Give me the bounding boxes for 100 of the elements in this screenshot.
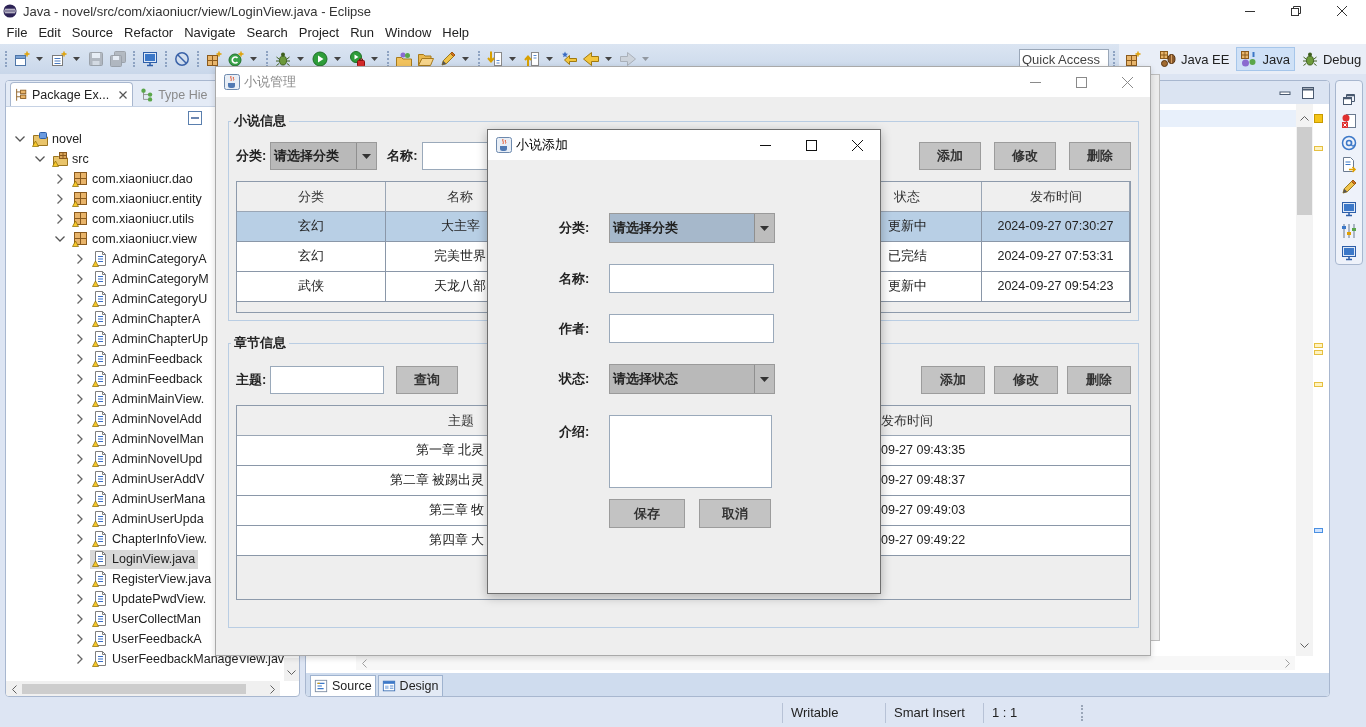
menu-item[interactable]: Help <box>436 23 475 43</box>
tree-item[interactable]: AdminChapterUp <box>90 329 211 349</box>
editor-tab[interactable]: Source <box>310 675 376 696</box>
marker-icon[interactable] <box>1314 528 1323 533</box>
package-icon[interactable] <box>206 51 222 67</box>
tree-item[interactable]: AdminUserUpda <box>90 509 207 529</box>
add-button[interactable]: 添加 <box>921 366 985 394</box>
open-folder-icon[interactable] <box>418 51 434 67</box>
tree-item[interactable]: AdminCategoryM <box>90 269 212 289</box>
bug-icon[interactable] <box>275 51 291 67</box>
monitor-icon[interactable] <box>142 51 158 67</box>
edit-button[interactable]: 修改 <box>994 142 1056 170</box>
menu-item[interactable]: Source <box>66 23 119 43</box>
scroll-left-icon[interactable] <box>361 658 367 668</box>
caret-icon[interactable] <box>250 57 257 61</box>
edit-button[interactable]: 修改 <box>994 366 1058 394</box>
scroll-left-icon[interactable] <box>11 684 17 694</box>
tree-item[interactable]: AdminMainView. <box>90 389 208 409</box>
caret-icon[interactable] <box>334 57 341 61</box>
input-field[interactable] <box>270 366 385 394</box>
column-header[interactable]: 分类 <box>237 182 386 212</box>
arrow-down-icon[interactable] <box>487 51 503 67</box>
marker-icon[interactable] <box>1314 382 1323 387</box>
scrollbar[interactable] <box>284 658 299 681</box>
new-document-icon[interactable] <box>51 51 67 67</box>
tree-item[interactable]: AdminNovelMan <box>90 429 207 449</box>
restore-icon[interactable] <box>1291 6 1301 16</box>
menu-item[interactable]: Edit <box>32 23 67 43</box>
delete-button[interactable]: 删除 <box>1069 142 1131 170</box>
marker-icon[interactable] <box>1314 114 1323 123</box>
tree-item[interactable]: AdminFeedback <box>90 369 206 389</box>
tree-item[interactable]: UserFeedbackA <box>90 629 205 649</box>
folder-icon[interactable] <box>396 51 412 67</box>
tree-item[interactable]: novel <box>30 129 85 149</box>
tree-item[interactable]: AdminChapterA <box>90 309 204 329</box>
document-arrow-icon[interactable] <box>1341 157 1357 173</box>
menu-item[interactable]: Navigate <box>178 23 241 43</box>
marker-icon[interactable] <box>1314 350 1323 355</box>
tree-item[interactable]: UserCollectMan <box>90 609 204 629</box>
menu-item[interactable]: Search <box>241 23 294 43</box>
tree-item[interactable]: AdminNovelAdd <box>90 409 205 429</box>
tree-item[interactable]: AdminNovelUpd <box>90 449 206 469</box>
tree-item[interactable]: UpdatePwdView. <box>90 589 210 609</box>
sliders-icon[interactable] <box>1341 223 1357 239</box>
column-header[interactable]: 发布时间 <box>982 182 1130 212</box>
menu-item[interactable]: Refactor <box>118 23 179 43</box>
scrollbar[interactable] <box>1296 104 1313 656</box>
scrollbar[interactable] <box>356 656 1295 670</box>
tree-item[interactable]: AdminCategoryA <box>90 249 210 269</box>
marker-icon[interactable] <box>1314 343 1323 348</box>
monitor-icon[interactable] <box>1341 201 1357 217</box>
arrow-left-icon[interactable] <box>561 51 577 67</box>
tree-item[interactable]: AdminUserAddV <box>90 469 208 489</box>
input-field[interactable] <box>609 314 774 343</box>
combo-box[interactable]: 请选择状态 <box>609 364 775 394</box>
scroll-down-icon[interactable] <box>287 670 296 675</box>
caret-icon[interactable] <box>36 57 43 61</box>
menu-item[interactable]: Project <box>293 23 345 43</box>
maximize-icon[interactable] <box>805 139 817 151</box>
caret-icon[interactable] <box>462 57 469 61</box>
cancel-button[interactable]: 取消 <box>699 499 771 528</box>
caret-icon[interactable] <box>605 57 612 61</box>
menu-item[interactable]: Run <box>344 23 380 43</box>
tree-item[interactable]: AdminCategoryU <box>90 289 211 309</box>
delete-button[interactable]: 删除 <box>1067 366 1131 394</box>
tree-item[interactable]: ChapterInfoView. <box>90 529 210 549</box>
view-tab[interactable]: Package Ex... <box>10 82 134 106</box>
minus-box-icon[interactable] <box>188 111 202 125</box>
arrow-up-icon[interactable] <box>524 51 540 67</box>
tree-item[interactable]: com.xiaoniucr.utils <box>70 209 198 229</box>
quick-access-field[interactable]: Quick Access <box>1019 49 1109 69</box>
scroll-up-icon[interactable] <box>1300 116 1309 121</box>
caret-icon[interactable] <box>760 376 769 382</box>
add-button[interactable]: 添加 <box>919 142 981 170</box>
close-icon[interactable] <box>851 139 863 151</box>
tree-item[interactable]: src <box>50 149 92 169</box>
arrow-left-icon[interactable] <box>583 51 599 67</box>
caret-icon[interactable] <box>73 57 80 61</box>
scrollbar[interactable] <box>6 681 280 696</box>
tree-item[interactable]: com.xiaoniucr.dao <box>70 169 196 189</box>
play-toolbox-icon[interactable] <box>349 51 365 67</box>
slashed-circle-icon[interactable] <box>174 51 190 67</box>
caret-icon[interactable] <box>760 225 769 231</box>
scrollbar-thumb[interactable] <box>1297 127 1312 215</box>
new-window-icon[interactable] <box>14 51 30 67</box>
restore-icon[interactable] <box>1341 91 1357 107</box>
tree-item[interactable]: com.xiaoniucr.view <box>70 229 200 249</box>
save-button[interactable]: 保存 <box>609 499 685 528</box>
minimize-icon[interactable] <box>759 144 771 146</box>
menu-item[interactable]: Window <box>379 23 437 43</box>
caret-icon[interactable] <box>546 57 553 61</box>
search-button[interactable]: 查询 <box>396 366 459 394</box>
tree-item[interactable]: UserFeedbackManageView.jav <box>90 649 284 669</box>
play-icon[interactable] <box>312 51 328 67</box>
scroll-right-icon[interactable] <box>269 684 275 694</box>
menu-item[interactable]: File <box>1 23 33 43</box>
editor-tab[interactable]: Design <box>377 675 443 696</box>
grid-plus-icon[interactable] <box>1125 51 1141 67</box>
error-document-icon[interactable] <box>1341 113 1357 129</box>
tree-item[interactable]: LoginView.java <box>90 549 199 569</box>
